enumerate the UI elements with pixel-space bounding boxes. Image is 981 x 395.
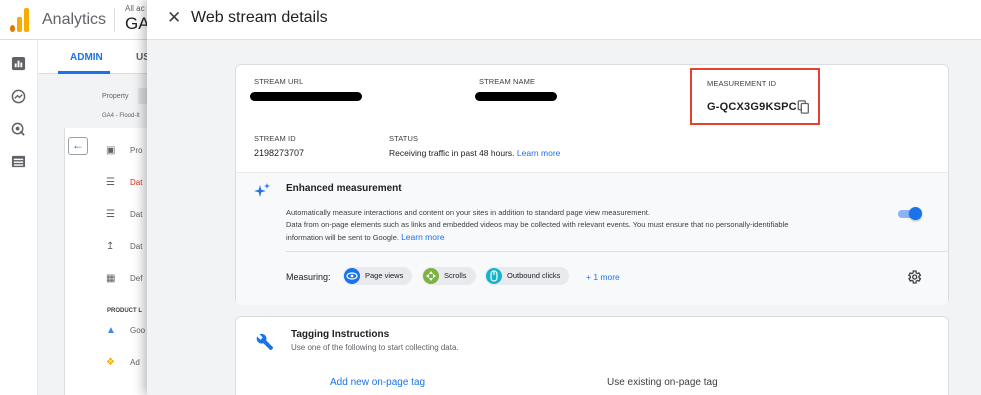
sidebar-item-data-streams[interactable]: ☰ Dat [106,177,142,193]
stream-name-label: STREAM NAME [479,77,536,86]
dialog-header: ✕ Web stream details [147,0,981,40]
description-line-1: Automatically measure interactions and c… [286,208,650,217]
dialog-title: Web stream details [191,9,328,26]
chip-label: Page views [365,271,404,280]
wrench-icon [256,333,274,351]
explore-icon[interactable] [11,89,26,104]
stream-url-redacted [250,92,362,101]
title-divider [114,8,115,32]
tab-active-indicator [58,71,110,74]
scroll-icon [423,268,439,284]
web-stream-details-dialog: ✕ Web stream details STREAM URL STREAM N… [147,0,981,395]
account-selector[interactable]: GA [125,14,150,34]
sparkle-icon [254,183,270,197]
section-divider [286,251,948,252]
back-button[interactable]: ← [68,137,88,155]
enhanced-learn-more-link[interactable]: Learn more [401,232,444,242]
stream-id-value: 2198273707 [254,148,305,158]
measurement-id-label: MEASUREMENT ID [707,79,777,88]
mouse-icon [486,268,502,284]
property-settings-list [64,128,158,395]
admin-panel: ADMIN US Property GA4 - Flood-It ← ▣ Pro … [38,40,158,395]
close-icon[interactable]: ✕ [167,8,181,28]
gear-icon[interactable] [906,269,922,285]
chip-outbound-clicks[interactable]: Outbound clicks [485,267,570,285]
eye-icon [344,268,360,284]
measurement-id-value: G-QCX3G9KSPC [707,101,797,113]
stream-url-label: STREAM URL [254,77,304,86]
property-name: GA4 - Flood-It [102,113,140,119]
stream-id-label: STREAM ID [254,134,296,143]
reports-icon[interactable] [11,56,26,71]
chip-label: Outbound clicks [507,271,561,280]
sidebar-item-definitions[interactable]: ▦ Def [106,273,142,289]
status-label: STATUS [389,134,419,143]
use-existing-tag-option[interactable]: Use existing on-page tag [607,377,718,388]
stream-details-card: STREAM URL STREAM NAME MEASUREMENT ID G-… [235,64,949,305]
admin-tabs: ADMIN US [38,40,158,74]
chip-scrolls[interactable]: Scrolls [422,267,476,285]
chip-page-views[interactable]: Page views [343,267,413,285]
tab-admin[interactable]: ADMIN [70,52,103,63]
definitions-icon: ▦ [106,273,116,284]
sidebar-item-property[interactable]: ▣ Pro [106,145,142,161]
property-label: Property [102,93,129,100]
list-icon[interactable] [11,154,26,169]
advertising-icon[interactable] [11,122,26,137]
tagging-subtitle: Use one of the following to start collec… [291,343,459,352]
status-message: Receiving traffic in past 48 hours. [389,148,515,158]
copy-icon[interactable] [797,100,810,114]
property-icon: ▣ [106,145,116,156]
product-links-label: PRODUCT L [107,308,142,314]
description-line-3: information will be sent to Google. Lear… [286,232,445,242]
tagging-instructions-card: Tagging Instructions Use one of the foll… [235,316,949,395]
sidebar-item-ad-manager[interactable]: ❖ Ad [106,357,140,373]
more-measurements-link[interactable]: + 1 more [586,272,620,282]
chip-label: Scrolls [444,271,467,280]
enhanced-measurement-toggle[interactable] [896,207,922,221]
measurement-id-highlight: MEASUREMENT ID G-QCX3G9KSPC [690,68,820,125]
left-nav-rail [0,40,38,395]
add-new-tag-option[interactable]: Add new on-page tag [330,377,425,388]
account-label: All ac [125,4,145,13]
stream-name-redacted [475,92,557,101]
enhanced-measurement-title: Enhanced measurement [286,183,402,194]
database-icon: ☰ [106,209,115,220]
analytics-logo-icon [10,8,32,32]
sidebar-item-google-ads[interactable]: ▲ Goo [106,325,145,341]
status-text: Receiving traffic in past 48 hours. Lear… [389,148,560,158]
google-ads-icon: ▲ [106,325,116,336]
enhanced-measurement-section: Enhanced measurement Automatically measu… [236,172,948,305]
measuring-label: Measuring: [286,272,331,282]
upload-icon: ↥ [106,241,115,252]
toggle-thumb [909,207,922,220]
description-line-2: Data from on-page elements such as links… [286,220,789,229]
sidebar-item-data-import[interactable]: ↥ Dat [106,241,142,257]
app-title: Analytics [42,11,107,28]
streams-icon: ☰ [106,177,115,188]
ad-manager-icon: ❖ [106,357,115,368]
status-learn-more-link[interactable]: Learn more [517,148,560,158]
tagging-title: Tagging Instructions [291,329,390,340]
enhanced-measurement-description: Automatically measure interactions and c… [286,207,876,244]
sidebar-item-data-settings[interactable]: ☰ Dat [106,209,142,225]
